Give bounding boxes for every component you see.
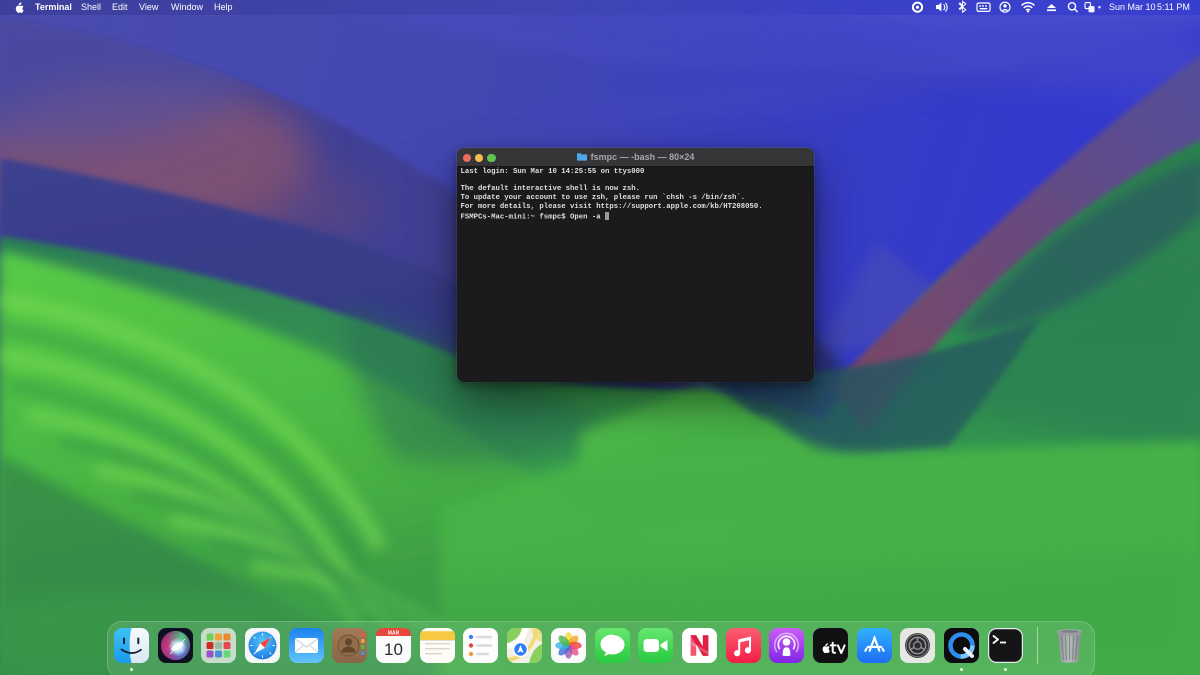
svg-text:MAR: MAR <box>388 630 400 636</box>
svg-text:10: 10 <box>384 640 403 659</box>
